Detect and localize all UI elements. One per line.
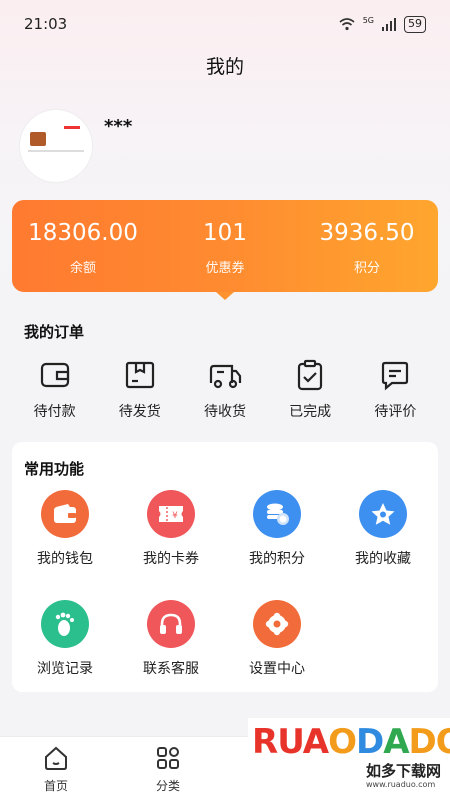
function-wallet[interactable]: 我的钱包 bbox=[12, 490, 118, 568]
signal-icon bbox=[382, 17, 396, 31]
coins-icon bbox=[253, 490, 301, 538]
page-title: 我的 bbox=[205, 56, 244, 78]
section-title: 常用功能 bbox=[24, 460, 85, 478]
function-coupons[interactable]: ¥ 我的卡券 bbox=[118, 490, 224, 568]
order-label: 待付款 bbox=[33, 404, 76, 420]
orders-section: 我的订单 待付款 待发货 待收货 已完成 待评价 bbox=[12, 305, 438, 427]
coupon-icon: ¥ bbox=[147, 490, 195, 538]
function-label: 设置中心 bbox=[249, 661, 305, 677]
watermark-logo: RUAODADO 如多下载网 www.ruaduo.com bbox=[248, 718, 450, 800]
order-pending-receipt[interactable]: 待收货 bbox=[185, 359, 265, 421]
box-icon bbox=[125, 361, 154, 389]
tab-home[interactable]: 首页 bbox=[0, 737, 112, 800]
stat-label: 余额 bbox=[69, 260, 96, 276]
order-label: 待评价 bbox=[374, 404, 417, 420]
stat-value: 101 bbox=[203, 219, 247, 246]
stat-coupons[interactable]: 101 优惠券 bbox=[155, 217, 295, 276]
order-label: 待发货 bbox=[118, 404, 161, 420]
stat-label: 积分 bbox=[353, 260, 380, 276]
order-row: 待付款 待发货 待收货 已完成 待评价 bbox=[12, 359, 438, 421]
svg-text:¥: ¥ bbox=[172, 511, 178, 521]
stat-value: 3936.50 bbox=[319, 219, 415, 246]
order-pending-review[interactable]: 待评价 bbox=[355, 359, 435, 421]
section-title: 我的订单 bbox=[24, 323, 85, 341]
order-pending-shipment[interactable]: 待发货 bbox=[100, 359, 180, 421]
battery-indicator: 59 bbox=[404, 15, 426, 33]
function-label: 浏览记录 bbox=[37, 661, 93, 677]
watermark-url: www.ruaduo.com bbox=[366, 780, 436, 789]
clipboard-check-icon bbox=[298, 359, 323, 391]
order-pending-payment[interactable]: 待付款 bbox=[15, 359, 95, 421]
function-settings[interactable]: 设置中心 bbox=[224, 600, 330, 678]
functions-section: 常用功能 我的钱包 ¥ 我的卡券 我的积分 我的收藏 浏览记录 联系客服 设置中… bbox=[12, 442, 438, 692]
wallet-icon bbox=[40, 362, 69, 388]
status-time: 21:03 bbox=[24, 15, 68, 33]
function-customer-service[interactable]: 联系客服 bbox=[118, 600, 224, 678]
function-label: 我的积分 bbox=[249, 551, 305, 567]
headphones-icon bbox=[147, 600, 195, 648]
home-icon bbox=[45, 746, 67, 770]
tab-label: 分类 bbox=[155, 779, 180, 793]
stats-card: 18306.00 余额 101 优惠券 3936.50 积分 bbox=[12, 200, 438, 292]
avatar-image-line bbox=[28, 150, 84, 152]
function-favorites[interactable]: 我的收藏 bbox=[330, 490, 436, 568]
wifi-icon bbox=[339, 17, 355, 30]
order-label: 待收货 bbox=[203, 404, 246, 420]
settings-icon bbox=[253, 600, 301, 648]
tab-category[interactable]: 分类 bbox=[112, 737, 224, 800]
network-type: 5G bbox=[362, 15, 374, 25]
order-completed[interactable]: 已完成 bbox=[270, 359, 350, 421]
comment-icon bbox=[382, 361, 409, 391]
function-history[interactable]: 浏览记录 bbox=[12, 600, 118, 678]
truck-icon bbox=[209, 364, 242, 389]
status-icons: 5G 59 bbox=[339, 15, 426, 33]
watermark-text: 如多下载网 bbox=[366, 762, 442, 780]
avatar-image-detail bbox=[30, 132, 46, 146]
user-name: *** bbox=[104, 116, 133, 137]
stat-balance[interactable]: 18306.00 余额 bbox=[13, 217, 153, 276]
avatar-image-detail-red bbox=[64, 126, 80, 129]
stat-value: 18306.00 bbox=[28, 219, 138, 246]
function-label: 我的钱包 bbox=[37, 551, 93, 567]
category-icon bbox=[157, 747, 179, 769]
status-bar: 21:03 5G 59 bbox=[0, 0, 450, 48]
function-label: 我的卡券 bbox=[143, 551, 199, 567]
function-label: 我的收藏 bbox=[355, 551, 411, 567]
stat-points[interactable]: 3936.50 积分 bbox=[297, 217, 437, 276]
order-label: 已完成 bbox=[289, 404, 332, 420]
tab-label: 首页 bbox=[43, 779, 68, 793]
footprint-icon bbox=[41, 600, 89, 648]
watermark-letters: RUAODADO bbox=[252, 722, 450, 762]
function-label: 联系客服 bbox=[143, 661, 199, 677]
stat-label: 优惠券 bbox=[205, 260, 245, 276]
avatar[interactable] bbox=[20, 110, 92, 182]
star-icon bbox=[359, 490, 407, 538]
wallet-icon bbox=[41, 490, 89, 538]
function-points[interactable]: 我的积分 bbox=[224, 490, 330, 568]
